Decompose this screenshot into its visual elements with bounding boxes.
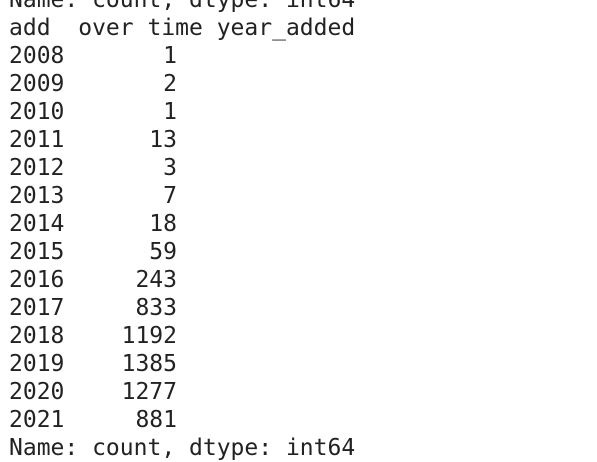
count-cell: 1192 [121, 323, 177, 349]
year-cell: 2010 [9, 99, 65, 125]
count-cell: 2 [163, 71, 177, 97]
table-row: 2015 59 [9, 238, 589, 266]
table-row: 2011 13 [9, 126, 589, 154]
count-cell: 7 [163, 183, 177, 209]
year-cell: 2019 [9, 351, 65, 377]
top-clipped-line: Name: count, dtype: int64 [9, 0, 356, 13]
table-row: 2009 2 [9, 70, 589, 98]
count-cell: 243 [135, 267, 177, 293]
table-row: 2019 1385 [9, 350, 589, 378]
year-cell: 2012 [9, 155, 65, 181]
series-header: add over time year_added [9, 15, 356, 41]
table-row: 2014 18 [9, 210, 589, 238]
count-cell: 18 [149, 211, 177, 237]
year-cell: 2014 [9, 211, 65, 237]
table-row: 2018 1192 [9, 322, 589, 350]
table-row: 2010 1 [9, 98, 589, 126]
table-row: 2020 1277 [9, 378, 589, 406]
year-cell: 2009 [9, 71, 65, 97]
count-cell: 833 [135, 295, 177, 321]
count-cell: 881 [135, 407, 177, 433]
console-output: Name: count, dtype: int64 add over time … [9, 0, 589, 462]
year-cell: 2020 [9, 379, 65, 405]
count-cell: 1 [163, 99, 177, 125]
table-row: 2008 1 [9, 42, 589, 70]
table-row: 2013 7 [9, 182, 589, 210]
year-cell: 2018 [9, 323, 65, 349]
table-row: 2016 243 [9, 266, 589, 294]
count-cell: 1277 [121, 379, 177, 405]
count-cell: 1385 [121, 351, 177, 377]
table-row: 2012 3 [9, 154, 589, 182]
count-cell: 3 [163, 155, 177, 181]
table-row: 2017 833 [9, 294, 589, 322]
year-cell: 2011 [9, 127, 65, 153]
table-row: 2021 881 [9, 406, 589, 434]
year-cell: 2016 [9, 267, 65, 293]
year-cell: 2008 [9, 43, 65, 69]
bottom-clipped-line: Name: count, dtype: int64 [9, 435, 356, 461]
count-cell: 1 [163, 43, 177, 69]
year-cell: 2013 [9, 183, 65, 209]
year-cell: 2017 [9, 295, 65, 321]
year-cell: 2021 [9, 407, 65, 433]
count-cell: 59 [149, 239, 177, 265]
count-cell: 13 [149, 127, 177, 153]
year-cell: 2015 [9, 239, 65, 265]
